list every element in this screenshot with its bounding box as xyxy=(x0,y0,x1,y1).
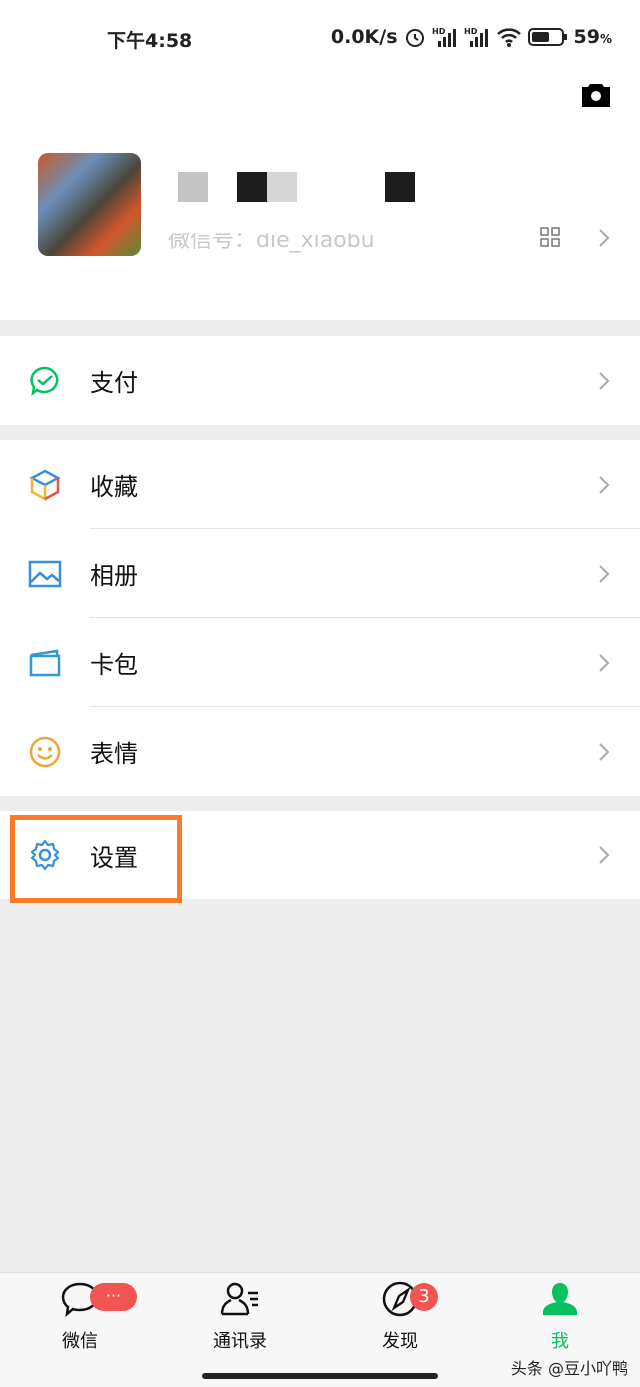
menu-item-pay[interactable]: 支付 xyxy=(0,336,640,425)
wechat-id: 微信号：die_xiaobu xyxy=(168,228,375,253)
camera-icon[interactable] xyxy=(580,80,612,108)
pay-group: 支付 xyxy=(0,336,640,425)
menu-item-album[interactable]: 相册 xyxy=(0,529,640,618)
chevron-right-icon xyxy=(599,653,610,672)
tab-label: 我 xyxy=(551,1331,569,1352)
favorites-cube-icon xyxy=(29,469,61,501)
menu-item-stickers[interactable]: 表情 xyxy=(0,707,640,796)
menu-item-cards[interactable]: 卡包 xyxy=(0,618,640,707)
chevron-right-icon xyxy=(599,475,610,494)
tab-label: 微信 xyxy=(62,1331,98,1352)
menu-label: 卡包 xyxy=(90,651,138,679)
signal-icon: HD xyxy=(464,27,488,47)
alarm-icon xyxy=(405,29,424,47)
person-icon xyxy=(543,1283,577,1315)
battery-level: 59 xyxy=(573,26,600,48)
chevron-right-icon xyxy=(599,564,610,583)
menu-label: 相册 xyxy=(90,562,138,590)
status-bar: 下午4:58 0.0K/s HD HD 59% xyxy=(0,24,640,54)
signal-icon: HD xyxy=(432,27,456,47)
chevron-right-icon xyxy=(599,371,610,390)
watermark: 头条 @豆小吖鸭 xyxy=(510,1359,628,1378)
menu-label: 支付 xyxy=(90,369,138,397)
chevron-right-icon[interactable] xyxy=(598,228,610,248)
status-time: 下午4:58 xyxy=(107,30,193,52)
tab-chats[interactable]: 微信 ··· xyxy=(25,1281,137,1353)
tab-me[interactable]: 我 xyxy=(505,1281,615,1353)
menu-label: 表情 xyxy=(90,740,138,768)
svg-text:HD: HD xyxy=(464,27,478,36)
home-indicator[interactable] xyxy=(202,1373,438,1379)
battery-unit: % xyxy=(599,32,612,46)
card-wallet-icon xyxy=(29,649,61,676)
profile-header: 下午4:58 0.0K/s HD HD 59% 微信号：die_xiaobu xyxy=(0,0,640,320)
menu-label: 收藏 xyxy=(90,473,138,501)
discover-badge: 3 xyxy=(410,1283,438,1311)
wechat-pay-icon xyxy=(30,366,59,396)
chevron-right-icon xyxy=(599,742,610,761)
chevron-right-icon xyxy=(599,846,610,864)
tab-contacts[interactable]: 通讯录 xyxy=(185,1281,295,1353)
qr-code-icon[interactable] xyxy=(540,227,560,247)
contacts-icon xyxy=(220,1282,258,1316)
smiley-icon xyxy=(29,736,61,767)
settings-highlight-box xyxy=(10,815,182,903)
tab-label: 通讯录 xyxy=(213,1331,267,1352)
wifi-icon xyxy=(496,28,521,47)
menu-item-favorites[interactable]: 收藏 xyxy=(0,440,640,529)
avatar[interactable] xyxy=(38,153,141,256)
tab-label: 发现 xyxy=(382,1331,418,1352)
album-image-icon xyxy=(28,560,62,587)
tools-group: 收藏 相册 卡包 表情 xyxy=(0,440,640,796)
svg-text:HD: HD xyxy=(432,27,446,36)
unread-badge: ··· xyxy=(90,1283,137,1311)
battery-icon xyxy=(527,28,567,46)
network-speed: 0.0K/s xyxy=(330,26,398,48)
tab-discover[interactable]: 发现 3 xyxy=(345,1281,455,1353)
